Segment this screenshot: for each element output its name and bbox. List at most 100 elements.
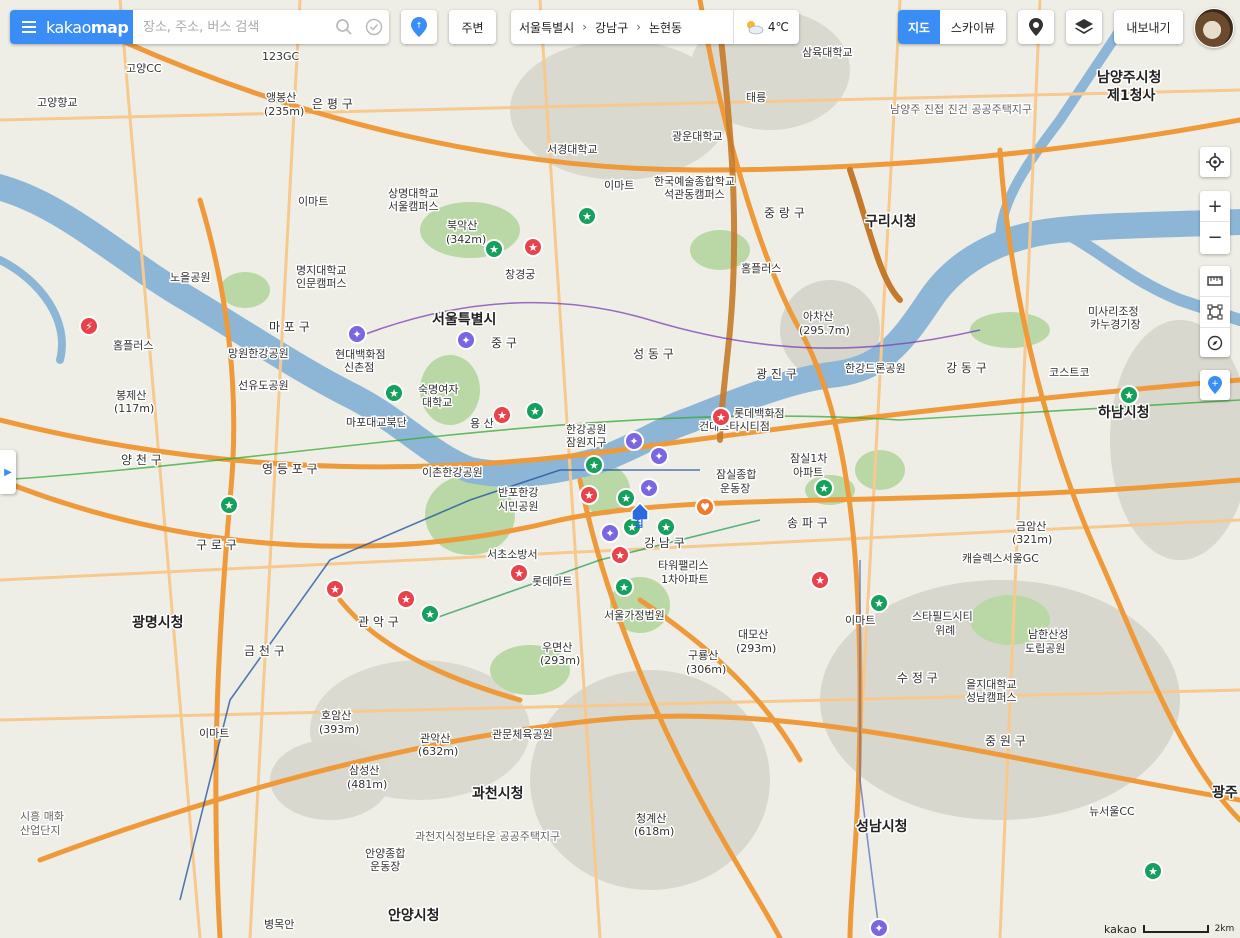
- poi-star-green-marker[interactable]: ★: [1119, 385, 1139, 405]
- kakaomap-logo[interactable]: kakaomap: [10, 10, 133, 44]
- svg-text:한국예술종합학교: 한국예술종합학교: [654, 175, 735, 188]
- zoom-controls: + −: [1200, 191, 1230, 254]
- svg-text:★: ★: [615, 549, 625, 562]
- weather-widget[interactable]: 4℃: [732, 10, 799, 44]
- nearby-button[interactable]: 주변: [449, 10, 496, 44]
- poi-star-red-marker[interactable]: ★: [509, 563, 529, 583]
- poi-star-red-marker[interactable]: ★: [523, 237, 543, 257]
- poi-star-red-marker[interactable]: ★: [325, 579, 345, 599]
- poi-star-green-marker[interactable]: ★: [577, 206, 597, 226]
- svg-text:광주: 광주: [1212, 784, 1238, 801]
- breadcrumb-neighborhood[interactable]: 논현동: [641, 19, 690, 36]
- svg-text:★: ★: [621, 492, 631, 505]
- svg-text:123GC: 123GC: [262, 50, 300, 63]
- poi-sparkle-purple-marker[interactable]: ✦: [456, 330, 476, 350]
- poi-star-green-marker[interactable]: ★: [525, 401, 545, 421]
- poi-star-green-marker[interactable]: ★: [484, 239, 504, 259]
- svg-text:운동장: 운동장: [370, 860, 400, 873]
- ruler-icon[interactable]: [1200, 266, 1230, 296]
- svg-text:용 산: 용 산: [470, 417, 494, 430]
- poi-star-green-marker[interactable]: ★: [656, 517, 676, 537]
- svg-text:★: ★: [1148, 865, 1158, 878]
- zoom-out-button[interactable]: −: [1200, 221, 1230, 252]
- poi-star-green-marker[interactable]: ★: [420, 604, 440, 624]
- poi-star-green-marker[interactable]: ★: [1143, 861, 1163, 881]
- avatar[interactable]: [1194, 8, 1234, 48]
- svg-text:관악산: 관악산: [420, 732, 450, 745]
- poi-sparkle-purple-marker[interactable]: ✦: [639, 478, 659, 498]
- poi-star-red-marker[interactable]: ★: [610, 545, 630, 565]
- svg-text:(618m): (618m): [634, 825, 674, 838]
- menu-icon[interactable]: [22, 21, 36, 33]
- poi-star-red-marker[interactable]: ★: [810, 570, 830, 590]
- svg-text:(117m): (117m): [114, 402, 154, 415]
- poi-star-green-marker[interactable]: ★: [584, 455, 604, 475]
- svg-text:✦: ✦: [605, 527, 614, 540]
- poi-star-red-marker[interactable]: ★: [579, 485, 599, 505]
- poi-sparkle-purple-marker[interactable]: ✦: [649, 446, 669, 466]
- search-input[interactable]: [133, 12, 329, 42]
- poi-star-green-marker[interactable]: ★: [384, 383, 404, 403]
- svg-text:★: ★: [716, 411, 726, 424]
- search-icon[interactable]: [329, 12, 359, 42]
- svg-text:시흥 매화: 시흥 매화: [20, 809, 64, 823]
- current-location-button[interactable]: [1200, 147, 1230, 177]
- layers-button[interactable]: [1066, 10, 1102, 44]
- poi-heart-orange-marker[interactable]: ♥: [695, 497, 715, 517]
- svg-text:★: ★: [819, 482, 829, 495]
- add-marker-button[interactable]: +: [1200, 370, 1230, 400]
- svg-text:대학교: 대학교: [422, 396, 452, 409]
- svg-text:마포대교북단: 마포대교북단: [346, 416, 407, 429]
- area-measure-icon[interactable]: [1200, 296, 1230, 327]
- svg-text:강 동 구: 강 동 구: [946, 361, 987, 375]
- breadcrumb-city[interactable]: 서울특별시: [511, 19, 582, 36]
- directions-button[interactable]: ↑: [401, 10, 437, 44]
- svg-text:명지대학교: 명지대학교: [296, 264, 347, 277]
- breadcrumb-district[interactable]: 강남구: [587, 19, 636, 36]
- poi-sparkle-purple-marker[interactable]: ✦: [624, 431, 644, 451]
- map-canvas[interactable]: 서울특별시 구리시청 남양주시청 제1청사 하남시청 광명시청 과천시청 성남시…: [0, 0, 1240, 938]
- svg-text:서울가정법원: 서울가정법원: [604, 609, 665, 622]
- svg-text:(235m): (235m): [264, 105, 304, 118]
- svg-text:★: ★: [425, 608, 435, 621]
- layers-icon: [1075, 19, 1093, 34]
- svg-text:성 동 구: 성 동 구: [633, 347, 674, 361]
- tab-skyview[interactable]: 스카이뷰: [940, 19, 1006, 36]
- svg-text:성남캠퍼스: 성남캠퍼스: [966, 691, 1017, 704]
- svg-text:타워팰리스: 타워팰리스: [658, 559, 709, 572]
- scale-brand: kakao: [1104, 922, 1137, 936]
- compass-icon[interactable]: [1200, 327, 1230, 358]
- tab-map[interactable]: 지도: [898, 10, 940, 44]
- poi-sparkle-purple-marker[interactable]: ✦: [869, 918, 889, 938]
- temperature: 4℃: [767, 20, 789, 34]
- svg-text:★: ★: [874, 597, 884, 610]
- poi-sparkle-purple-marker[interactable]: ✦: [600, 523, 620, 543]
- svg-text:⚡: ⚡: [85, 320, 93, 333]
- poi-star-red-marker[interactable]: ★: [492, 405, 512, 425]
- export-button[interactable]: 내보내기: [1114, 10, 1183, 44]
- map-label-seoul: 서울특별시: [432, 311, 496, 328]
- roadview-button[interactable]: [1018, 10, 1054, 44]
- poi-lightning-red-marker[interactable]: ⚡: [79, 316, 99, 336]
- poi-star-red-marker[interactable]: ★: [396, 589, 416, 609]
- poi-star-green-marker[interactable]: ★: [814, 478, 834, 498]
- poi-star-green-marker[interactable]: ★: [869, 593, 889, 613]
- svg-text:양 천 구: 양 천 구: [121, 452, 162, 467]
- poi-star-green-marker[interactable]: ★: [614, 577, 634, 597]
- poi-star-green-marker[interactable]: ★: [219, 495, 239, 515]
- directions-pin-icon: ↑: [411, 17, 427, 37]
- svg-text:★: ★: [489, 243, 499, 256]
- svg-text:스타필드시티: 스타필드시티: [912, 610, 973, 623]
- poi-star-green-marker[interactable]: ★: [616, 488, 636, 508]
- svg-text:♥: ♥: [700, 501, 710, 514]
- zoom-in-button[interactable]: +: [1200, 191, 1230, 221]
- panel-expand-button[interactable]: ▶: [0, 450, 16, 494]
- svg-text:한강공원: 한강공원: [566, 423, 606, 436]
- svg-text:안양종합: 안양종합: [365, 847, 405, 860]
- poi-star-red-marker[interactable]: ★: [711, 407, 731, 427]
- check-circle-icon[interactable]: [359, 12, 389, 42]
- svg-text:✦: ✦: [654, 450, 663, 463]
- svg-text:뉴서울CC: 뉴서울CC: [1089, 805, 1135, 818]
- poi-sparkle-purple-marker[interactable]: ✦: [347, 324, 367, 344]
- svg-text:병목안: 병목안: [264, 918, 294, 931]
